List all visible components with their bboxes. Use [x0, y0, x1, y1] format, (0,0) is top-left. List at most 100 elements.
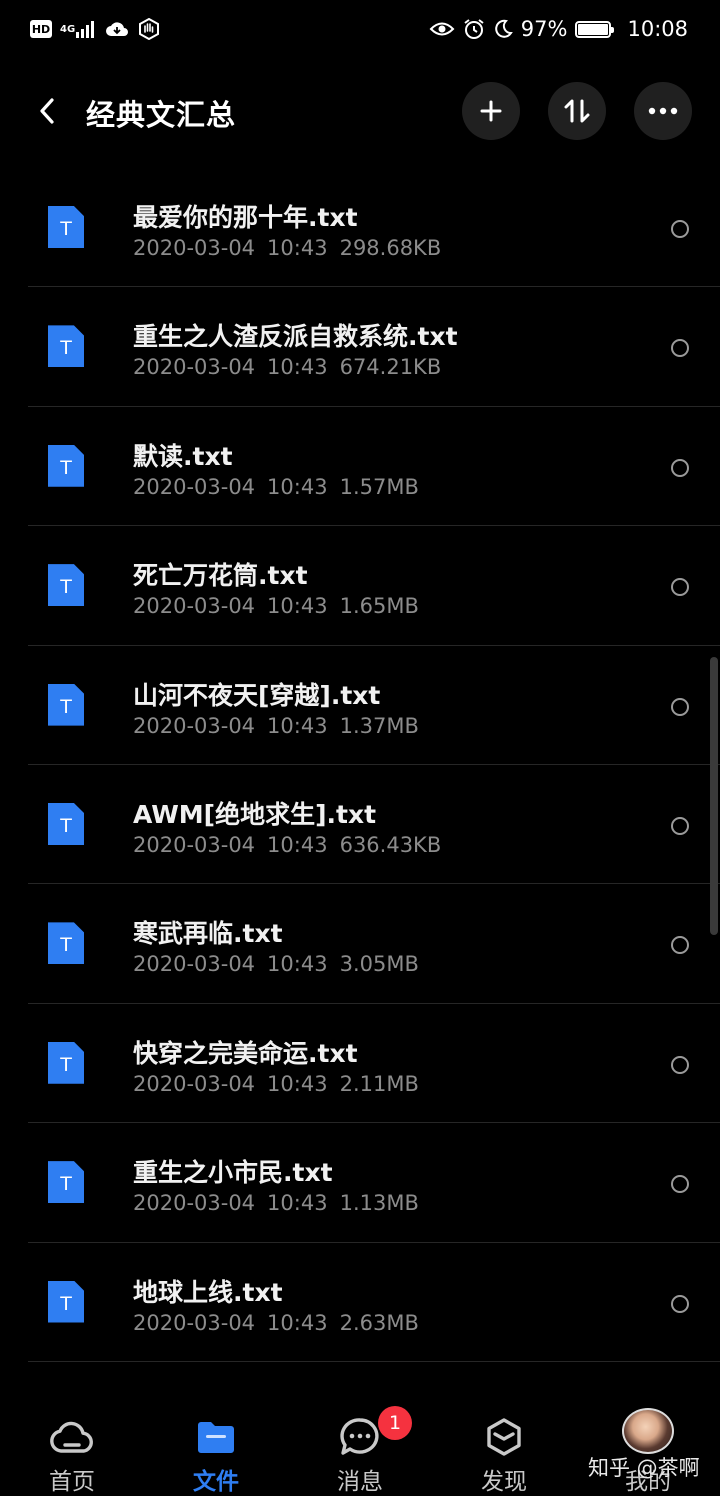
message-badge: 1 — [378, 1406, 412, 1440]
cloud-icon — [49, 1416, 95, 1458]
file-meta: 2020-03-04 10:43 1.65MB — [133, 594, 419, 618]
hd-icon: HD — [30, 20, 52, 38]
back-button[interactable] — [30, 94, 64, 128]
file-time: 10:43 — [267, 594, 328, 619]
file-name: 重生之小市民.txt — [133, 1158, 333, 1188]
select-radio[interactable] — [671, 697, 689, 716]
file-size: 1.65MB — [339, 594, 419, 619]
file-row[interactable]: T 重生之小市民.txt 2020-03-04 10:43 1.13MB — [0, 1123, 720, 1243]
file-size: 1.57MB — [339, 474, 419, 499]
add-button[interactable] — [462, 82, 520, 140]
file-size: 2.63MB — [339, 1310, 419, 1335]
file-name: 默读.txt — [133, 441, 233, 471]
select-radio[interactable] — [671, 1055, 689, 1074]
more-button[interactable] — [634, 82, 692, 140]
file-date: 2020-03-04 — [133, 1071, 256, 1096]
file-meta: 2020-03-04 10:43 298.68KB — [133, 236, 441, 260]
file-name: 死亡万花筒.txt — [133, 561, 308, 591]
file-time: 10:43 — [267, 355, 328, 380]
scrollbar[interactable] — [710, 657, 718, 935]
nav-discover[interactable]: 发现 — [432, 1396, 576, 1496]
file-size: 298.68KB — [339, 236, 442, 260]
txt-file-icon: T — [48, 564, 84, 607]
txt-file-icon: T — [48, 444, 84, 487]
txt-file-icon: T — [48, 1161, 84, 1204]
txt-file-icon: T — [48, 206, 84, 248]
file-icon-letter: T — [60, 934, 72, 957]
file-row[interactable]: T 快穿之完美命运.txt 2020-03-04 10:43 2.11MB — [0, 1004, 720, 1124]
more-icon — [648, 107, 678, 115]
file-date: 2020-03-04 — [133, 474, 256, 499]
select-radio[interactable] — [671, 339, 689, 358]
file-row[interactable]: T 重生之人渣反派自救系统.txt 2020-03-04 10:43 674.21K… — [0, 287, 720, 408]
nav-files[interactable]: 文件 — [144, 1396, 288, 1496]
file-list: T 最爱你的那十年.txt 2020-03-04 10:43 298.68KB T … — [0, 168, 720, 1396]
alarm-icon — [463, 18, 485, 40]
file-time: 10:43 — [267, 952, 328, 977]
cube-icon — [481, 1416, 527, 1458]
select-radio[interactable] — [671, 458, 689, 477]
nav-label: 首页 — [49, 1469, 95, 1495]
file-name: 快穿之完美命运.txt — [133, 1038, 358, 1068]
txt-file-icon: T — [48, 1041, 84, 1084]
file-row[interactable]: T 最爱你的那十年.txt 2020-03-04 10:43 298.68KB — [0, 168, 720, 288]
txt-file-icon: T — [48, 683, 84, 726]
watermark: 知乎 @茶啊 — [588, 1456, 700, 1480]
txt-file-icon: T — [48, 1280, 84, 1323]
plus-icon — [480, 100, 502, 122]
file-meta: 2020-03-04 10:43 1.57MB — [133, 475, 419, 499]
txt-file-icon: T — [48, 922, 84, 965]
file-icon-letter: T — [60, 814, 72, 837]
app-header: 经典文汇总 — [0, 80, 720, 142]
file-name: 重生之人渣反派自救系统.txt — [133, 322, 458, 352]
page-title: 经典文汇总 — [86, 98, 237, 132]
clock: 10:08 — [627, 17, 688, 41]
hand-icon — [137, 18, 161, 40]
file-icon-letter: T — [60, 695, 72, 718]
file-size: 3.05MB — [339, 952, 419, 977]
file-row[interactable]: T AWM[绝地求生].txt 2020-03-04 10:43 636.43KB — [0, 765, 720, 885]
select-radio[interactable] — [671, 936, 689, 955]
txt-file-icon: T — [48, 802, 84, 845]
file-row[interactable]: T 死亡万花筒.txt 2020-03-04 10:43 1.65MB — [0, 526, 720, 646]
nav-messages[interactable]: 消息 — [288, 1396, 432, 1496]
file-icon-letter: T — [60, 337, 72, 360]
battery-fill — [578, 23, 608, 35]
file-time: 10:43 — [267, 1191, 328, 1216]
file-size: 1.13MB — [339, 1191, 419, 1216]
select-radio[interactable] — [671, 1175, 689, 1194]
folder-icon — [193, 1416, 239, 1458]
file-row[interactable]: T 地球上线.txt 2020-03-04 10:43 2.63MB — [0, 1243, 720, 1363]
file-time: 10:43 — [267, 713, 328, 738]
nav-home[interactable]: 首页 — [0, 1396, 144, 1496]
file-meta: 2020-03-04 10:43 636.43KB — [133, 833, 441, 857]
file-row[interactable]: T 默读.txt 2020-03-04 10:43 1.57MB — [0, 407, 720, 527]
nav-label: 消息 — [337, 1469, 383, 1495]
file-row[interactable]: T 寒武再临.txt 2020-03-04 10:43 3.05MB — [0, 884, 720, 1005]
file-icon-letter: T — [60, 576, 72, 599]
file-name: AWM[绝地求生].txt — [133, 799, 377, 829]
network-type-label: 4G — [60, 23, 76, 35]
status-left: HD 4G — [30, 18, 161, 40]
file-name: 山河不夜天[穿越].txt — [133, 680, 381, 710]
select-radio[interactable] — [671, 816, 689, 835]
file-row[interactable]: T 山河不夜天[穿越].txt 2020-03-04 10:43 1.37MB — [0, 646, 720, 766]
file-time: 10:43 — [267, 832, 328, 857]
moon-icon — [493, 19, 513, 39]
select-radio[interactable] — [671, 578, 689, 597]
file-time: 10:43 — [267, 236, 328, 260]
file-time: 10:43 — [267, 474, 328, 499]
battery-icon — [575, 20, 615, 38]
file-time: 10:43 — [267, 1310, 328, 1335]
file-meta: 2020-03-04 10:43 674.21KB — [133, 355, 441, 379]
chat-icon — [337, 1416, 383, 1458]
file-meta: 2020-03-04 10:43 1.37MB — [133, 714, 419, 738]
file-date: 2020-03-04 — [133, 832, 256, 857]
file-meta: 2020-03-04 10:43 3.05MB — [133, 952, 419, 976]
select-radio[interactable] — [671, 220, 689, 238]
file-size: 1.37MB — [339, 713, 419, 738]
select-radio[interactable] — [671, 1294, 689, 1313]
sort-button[interactable] — [548, 82, 606, 140]
file-date: 2020-03-04 — [133, 236, 256, 260]
sort-icon — [564, 99, 590, 123]
